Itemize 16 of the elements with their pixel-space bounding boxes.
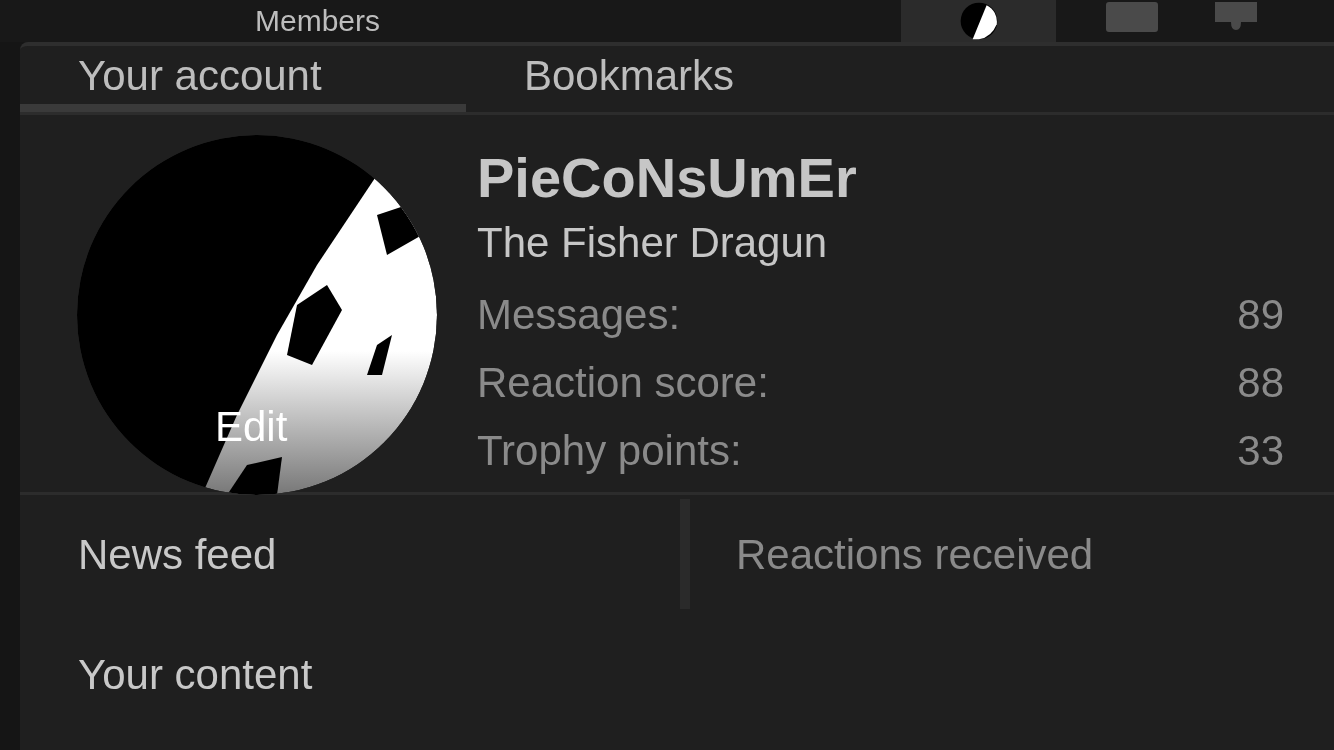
avatar-icon — [959, 2, 998, 40]
account-button[interactable] — [901, 0, 1056, 42]
stat-label: Messages: — [477, 290, 681, 340]
user-title: The Fisher Dragun — [477, 218, 829, 268]
username[interactable]: PieCoNsUmEr — [477, 145, 1284, 211]
menu-tab[interactable]: Bookmarks — [466, 46, 912, 112]
menu-link[interactable]: News feed — [20, 495, 680, 615]
stat-label: Trophy points: — [477, 426, 742, 476]
menu-link[interactable]: Your content — [20, 615, 680, 735]
menu-tab[interactable]: Your account — [20, 46, 466, 112]
stat-value: 89 — [1237, 290, 1284, 340]
stat-value: 88 — [1237, 358, 1284, 408]
menu-link[interactable]: Reactions received — [690, 495, 1334, 615]
stat-label: Reaction score: — [477, 358, 769, 408]
stat-value: 33 — [1237, 426, 1284, 476]
nav-link[interactable]: Members — [255, 3, 381, 39]
